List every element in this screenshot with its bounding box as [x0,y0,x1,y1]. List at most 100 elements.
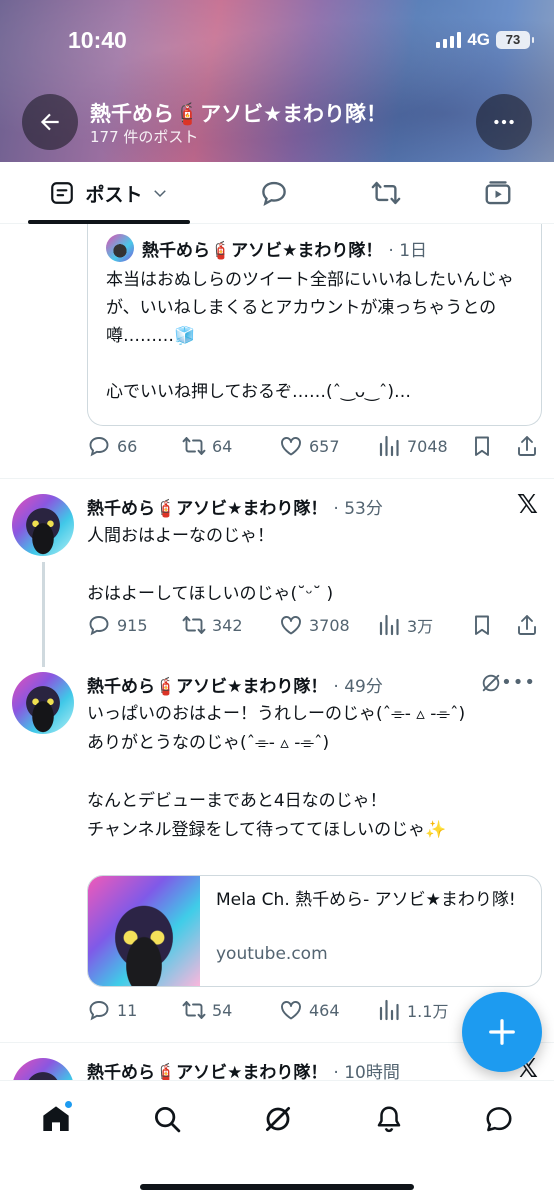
plus-icon [489,1019,515,1045]
views-icon [379,999,399,1021]
repost-button[interactable]: 54 [182,998,232,1022]
share-button[interactable] [515,613,545,637]
arrow-left-icon [40,113,59,131]
chevron-down-icon [153,190,166,198]
avatar[interactable] [12,494,74,556]
profile-header: 10:40 4G 73 熱千めら🧯アソビ★まわり隊！ 177 件のポスト [0,0,554,162]
like-count: 657 [309,436,340,456]
repost-count: 54 [212,1000,233,1020]
post-header: 熱千めら🧯アソビ★まわり隊！ · 49分 [87,672,383,697]
repost-count: 64 [212,436,233,456]
author-name[interactable]: 熱千めら🧯アソビ★まわり隊！ [87,494,327,519]
grok-icon [266,1107,290,1131]
link-thumbnail [88,876,200,986]
quoted-post-header: 熱千めら🧯アソビ★まわり隊！ · 1日 [106,234,427,262]
tab-posts-label: ポスト [85,183,143,206]
repost-icon [182,1001,206,1019]
tab-posts[interactable]: ポスト [28,162,190,224]
compose-button[interactable] [462,992,542,1072]
tab-replies[interactable] [246,162,302,224]
share-icon [518,436,536,456]
media-icon [485,181,511,205]
reply-count: 915 [117,615,148,635]
post-menu-icon[interactable]: ••• [501,672,536,693]
views-button[interactable]: 7048 [377,434,448,458]
like-count: 464 [309,1000,340,1020]
repost-icon [182,437,206,455]
reply-icon [89,437,109,457]
message-icon [486,1107,512,1132]
repost-button[interactable]: 342 [182,613,243,637]
reply-button[interactable]: 66 [87,434,137,458]
post-time: · 10時間 [333,1063,400,1080]
post-header: 熱千めら🧯アソビ★まわり隊！ · 10時間 [87,1058,400,1080]
status-time: 10:40 [68,27,127,53]
signal-icon [436,32,462,48]
bottom-navigation [0,1080,554,1200]
views-icon [379,435,399,457]
share-button[interactable] [515,434,545,458]
views-button[interactable]: 3万 [377,613,433,637]
more-horizontal-icon [494,119,514,125]
grok-icon[interactable] [480,672,502,698]
heart-icon [281,1001,301,1020]
status-indicators: 4G 73 [436,30,534,50]
posts-icon [51,182,74,204]
more-button[interactable] [476,94,532,150]
reply-icon [262,181,286,206]
like-count: 3708 [309,615,350,635]
link-card[interactable]: Mela Ch. 熱千めら- アソビ★まわり隊! youtube.com [87,875,542,987]
profile-tabs: ポスト [0,162,554,224]
repost-count: 342 [212,615,243,635]
views-count: 1.1万 [407,1002,449,1021]
post-header: 熱千めら🧯アソビ★まわり隊！ · 53分 [87,494,383,519]
views-icon [379,614,399,636]
post-time: · 53分 [333,499,383,519]
post-count: 177 件のポスト [90,128,199,146]
author-name[interactable]: 熱千めら🧯アソビ★まわり隊！ [87,1058,327,1080]
reply-count: 11 [117,1000,138,1020]
battery-icon: 73 [496,31,534,49]
reply-count: 66 [117,436,138,456]
network-type: 4G [467,30,490,49]
author-name[interactable]: 熱千めら🧯アソビ★まわり隊！ [87,672,327,697]
reply-button[interactable]: 915 [87,613,148,637]
like-button[interactable]: 3708 [279,613,350,637]
nav-notifications[interactable] [369,1099,409,1139]
avatar [106,234,134,262]
nav-grok[interactable] [258,1099,298,1139]
nav-home[interactable] [36,1099,76,1139]
search-icon [155,1107,181,1133]
nav-messages[interactable] [479,1099,519,1139]
timeline: 熱千めら🧯アソビ★まわり隊！ · 1日 本当はおぬしらのツイート全部にいいねした… [0,224,554,1080]
reply-icon [89,616,109,636]
home-indicator [140,1184,414,1190]
views-button[interactable]: 1.1万 [377,998,448,1022]
divider [0,478,554,479]
quoted-post-time: · 1日 [388,240,428,261]
views-count: 3万 [407,617,434,636]
quoted-post[interactable]: 熱千めら🧯アソビ★まわり隊！ · 1日 本当はおぬしらのツイート全部にいいねした… [87,224,542,426]
like-button[interactable]: 657 [279,434,340,458]
repost-button[interactable]: 64 [182,434,232,458]
post-text: 人間おはよーなのじゃ！ おはよーしてほしいのじゃ(˘ᵕ˘ ) [87,526,334,604]
tab-reposts[interactable] [358,162,414,224]
avatar[interactable] [12,672,74,734]
heart-icon [281,616,301,635]
tab-media[interactable] [470,162,526,224]
back-button[interactable] [22,94,78,150]
bookmark-icon [475,436,489,456]
heart-icon [281,437,301,456]
repost-icon [371,181,401,205]
bell-icon [377,1106,401,1133]
views-count: 7048 [407,436,448,456]
like-button[interactable]: 464 [279,998,340,1022]
reply-button[interactable]: 11 [87,998,137,1022]
bookmark-button[interactable] [470,434,500,458]
x-logo-icon: 𝕏 [517,490,538,520]
bookmark-button[interactable] [470,613,500,637]
repost-icon [182,616,206,634]
avatar[interactable] [12,1058,74,1080]
nav-search[interactable] [147,1099,187,1139]
post-text: いっぱいのおはよー！うれしーのじゃ(ˆ⌯- ▵ -⌯ˆ) ありがとうなのじゃ(ˆ… [87,704,466,840]
